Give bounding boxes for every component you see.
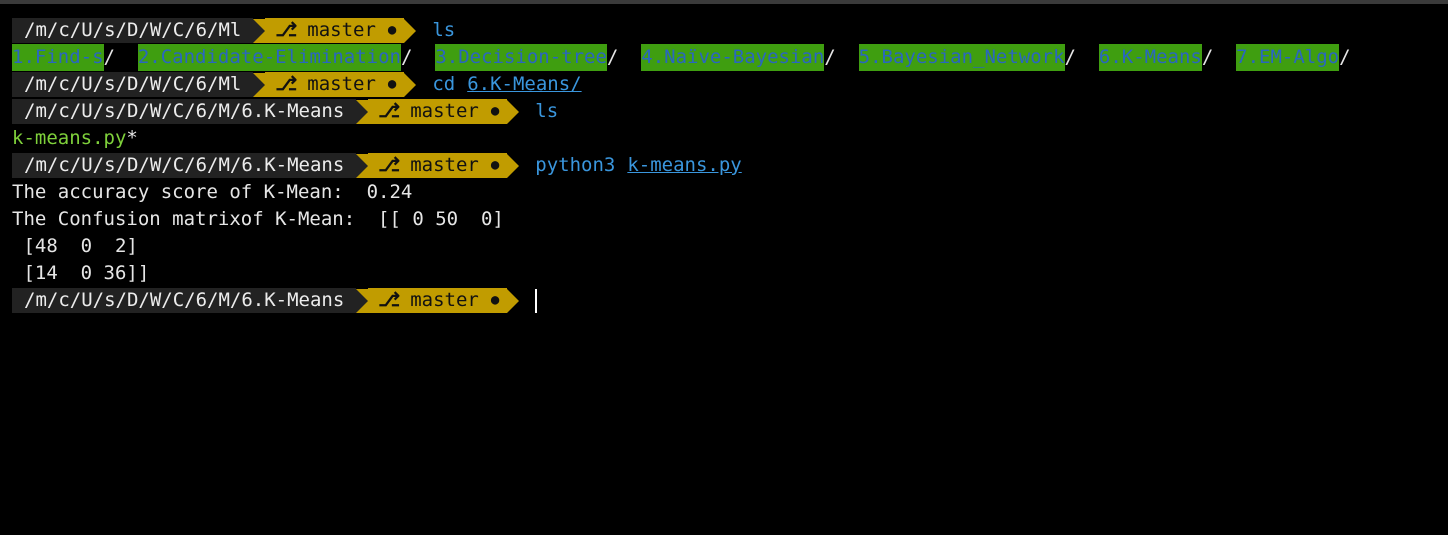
prompt-line: /m/c/U/s/D/W/C/6/Ml ⎇ master ● cd 6.K-Me… — [12, 71, 1448, 98]
prompt-path: /m/c/U/s/D/W/C/6/Ml — [12, 18, 254, 43]
git-segment: ⎇ master ● — [368, 153, 508, 178]
dir-entry[interactable]: 2.Candidate-Elimination — [137, 44, 401, 71]
git-dirty-icon: ● — [387, 76, 397, 92]
git-branch-icon: ⎇ — [378, 100, 401, 122]
exec-marker: * — [126, 127, 138, 149]
git-branch-icon: ⎇ — [275, 73, 298, 95]
output-line: The accuracy score of K-Mean: 0.24 — [12, 181, 413, 203]
git-segment: ⎇ master ● — [368, 99, 508, 124]
git-branch-icon: ⎇ — [378, 154, 401, 176]
prompt-line: /m/c/U/s/D/W/C/6/Ml ⎇ master ● ls — [12, 17, 1448, 44]
command-text: cd — [432, 73, 456, 95]
dir-entry[interactable]: 1.Find-s — [12, 44, 104, 71]
prompt-separator — [356, 99, 369, 124]
prompt-path: /m/c/U/s/D/W/C/6/M/6.K-Means — [12, 99, 357, 124]
window-top-border — [0, 0, 1448, 4]
prompt-end-arrow — [507, 288, 520, 313]
directory-listing: 1.Find-s/ 2.Candidate-Elimination/ 3.Dec… — [12, 44, 1448, 71]
prompt-path: /m/c/U/s/D/W/C/6/M/6.K-Means — [12, 288, 357, 313]
file-listing: k-means.py * — [12, 125, 1448, 152]
command-arg-link[interactable]: 6.K-Means/ — [467, 71, 581, 98]
git-dirty-icon: ● — [490, 103, 500, 119]
git-branch-icon: ⎇ — [275, 19, 298, 41]
file-entry[interactable]: k-means.py — [12, 125, 126, 152]
prompt-separator — [356, 153, 369, 178]
prompt-line: /m/c/U/s/D/W/C/6/M/6.K-Means ⎇ master ● … — [12, 98, 1448, 125]
command-text: ls — [432, 19, 456, 41]
dir-entry[interactable]: 3.Decision-tree — [435, 44, 607, 71]
git-dirty-icon: ● — [387, 22, 397, 38]
prompt-end-arrow — [507, 99, 520, 124]
prompt-line: /m/c/U/s/D/W/C/6/M/6.K-Means ⎇ master ● — [12, 287, 1448, 314]
dir-entry[interactable]: 7.EM-Algo — [1236, 44, 1340, 71]
prompt-line: /m/c/U/s/D/W/C/6/M/6.K-Means ⎇ master ● … — [12, 152, 1448, 179]
dir-entry[interactable]: 5.Bayesian_Network — [858, 44, 1065, 71]
git-dirty-icon: ● — [490, 292, 500, 308]
git-segment: ⎇ master ● — [368, 288, 508, 313]
command-text: python3 — [535, 154, 616, 176]
dir-entry[interactable]: 4.Naïve-Bayesian — [641, 44, 825, 71]
dir-entry[interactable]: 6.K-Means — [1098, 44, 1202, 71]
git-branch-name: master — [410, 100, 479, 122]
git-segment: ⎇ master ● — [265, 18, 405, 43]
text-cursor[interactable] — [535, 288, 538, 313]
git-branch-name: master — [307, 73, 376, 95]
output-line: The Confusion matrixof K-Mean: [[ 0 50 0… — [12, 208, 504, 230]
prompt-end-arrow — [404, 18, 417, 43]
git-branch-name: master — [410, 289, 479, 311]
git-branch-icon: ⎇ — [378, 289, 401, 311]
command-arg-link[interactable]: k-means.py — [627, 152, 741, 179]
git-dirty-icon: ● — [490, 157, 500, 173]
git-branch-name: master — [410, 154, 479, 176]
git-segment: ⎇ master ● — [265, 72, 405, 97]
prompt-path: /m/c/U/s/D/W/C/6/M/6.K-Means — [12, 153, 357, 178]
prompt-path: /m/c/U/s/D/W/C/6/Ml — [12, 72, 254, 97]
prompt-separator — [253, 18, 266, 43]
prompt-end-arrow — [404, 72, 417, 97]
prompt-separator — [253, 72, 266, 97]
terminal[interactable]: /m/c/U/s/D/W/C/6/Ml ⎇ master ● ls 1.Find… — [12, 17, 1448, 314]
output-line: [48 0 2] — [12, 235, 138, 257]
output-line: [14 0 36]] — [12, 262, 150, 284]
git-branch-name: master — [307, 19, 376, 41]
prompt-end-arrow — [507, 153, 520, 178]
command-text: ls — [535, 100, 559, 122]
prompt-separator — [356, 288, 369, 313]
